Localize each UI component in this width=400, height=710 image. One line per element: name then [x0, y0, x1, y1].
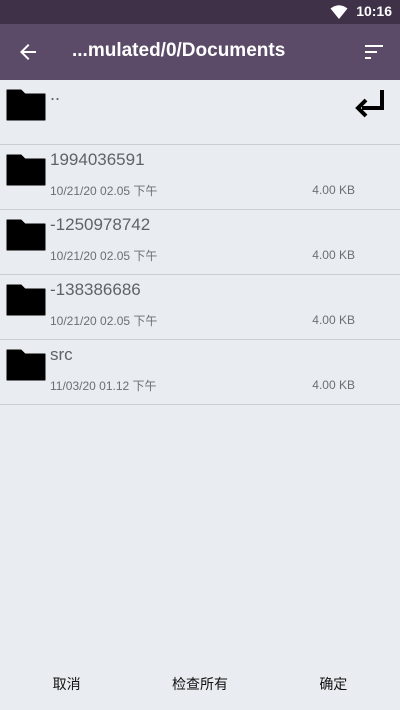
file-name: src [50, 345, 73, 364]
folder-icon [6, 89, 46, 121]
app-bar: ...mulated/0/Documents [0, 24, 400, 80]
return-arrow-icon[interactable] [352, 86, 388, 122]
file-size: 4.00 KB [312, 313, 355, 327]
file-date: 11/03/20 01.12 下午 [50, 379, 157, 393]
file-row[interactable]: src 11/03/20 01.12 下午 4.00 KB [0, 340, 400, 405]
sort-icon[interactable] [362, 40, 386, 64]
status-time: 10:16 [356, 3, 392, 19]
file-name: 1994036591 [50, 150, 145, 169]
file-date: 10/21/20 02.05 下午 [50, 184, 158, 198]
file-row[interactable]: -1250978742 10/21/20 02.05 下午 4.00 KB [0, 210, 400, 275]
folder-icon [6, 219, 46, 251]
footer-actions: 取消 检查所有 确定 [0, 658, 400, 710]
file-size: 4.00 KB [312, 248, 355, 262]
status-bar: 10:16 [0, 0, 400, 24]
check-all-button[interactable]: 检查所有 [133, 674, 266, 694]
file-name: -1250978742 [50, 215, 151, 234]
parent-directory-name: .. [50, 84, 61, 104]
folder-icon [6, 154, 46, 186]
file-size: 4.00 KB [312, 183, 355, 197]
file-name: -138386686 [50, 280, 141, 299]
file-row[interactable]: 1994036591 10/21/20 02.05 下午 4.00 KB [0, 145, 400, 210]
confirm-button[interactable]: 确定 [267, 674, 400, 694]
file-row[interactable]: -138386686 10/21/20 02.05 下午 4.00 KB [0, 275, 400, 340]
file-date: 10/21/20 02.05 下午 [50, 314, 158, 328]
folder-icon [6, 284, 46, 316]
file-date: 10/21/20 02.05 下午 [50, 249, 158, 263]
cancel-button[interactable]: 取消 [0, 674, 133, 694]
parent-directory-row[interactable]: .. [0, 80, 400, 145]
folder-icon [6, 349, 46, 381]
file-list: .. 1994036591 10/21/20 02.05 下午 4.00 KB -12… [0, 80, 400, 405]
file-size: 4.00 KB [312, 378, 355, 392]
arrow-left-icon[interactable] [16, 40, 40, 64]
wifi-icon [330, 5, 348, 19]
page-title: ...mulated/0/Documents [72, 40, 286, 61]
